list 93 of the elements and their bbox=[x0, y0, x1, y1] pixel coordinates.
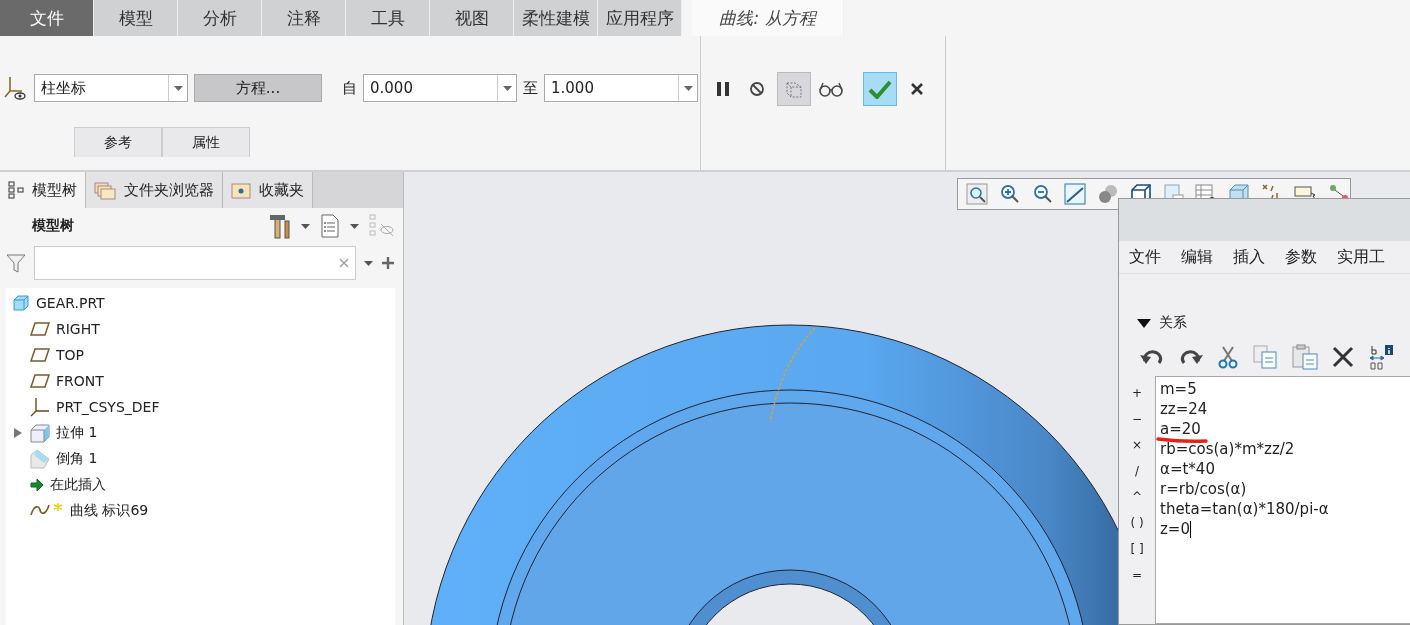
ribbon-tab[interactable]: 应用程序 bbox=[598, 0, 682, 36]
panel-tab[interactable]: 文件夹浏览器 bbox=[86, 172, 223, 208]
ribbon-tab[interactable]: 分析 bbox=[178, 0, 262, 36]
panel-tab[interactable]: 模型树 bbox=[0, 172, 86, 208]
prohibited-icon bbox=[749, 81, 765, 97]
caret-icon[interactable] bbox=[350, 223, 359, 229]
from-value-field[interactable]: 0.000 bbox=[363, 74, 517, 102]
checkmark-icon bbox=[868, 79, 892, 99]
caret-icon[interactable] bbox=[301, 223, 310, 229]
panel-title: 模型树 bbox=[32, 217, 74, 235]
tree-item[interactable]: 倒角 1 bbox=[56, 450, 98, 468]
panel-tab[interactable]: 收藏夹 bbox=[223, 172, 313, 208]
coordinate-eye-icon bbox=[4, 75, 28, 101]
ribbon-tab[interactable]: 注释 bbox=[262, 0, 346, 36]
panel-tab[interactable]: 参考 bbox=[74, 127, 162, 157]
coordinate-type-dropdown[interactable]: 柱坐标 bbox=[34, 74, 188, 102]
glasses-icon bbox=[818, 81, 844, 97]
ribbon-tab[interactable]: 工具 bbox=[346, 0, 430, 36]
folders-icon bbox=[94, 180, 116, 200]
ribbon-tab[interactable]: 文件 bbox=[0, 0, 94, 36]
delete-icon[interactable] bbox=[1332, 346, 1354, 368]
operator-button[interactable]: [ ] bbox=[1130, 536, 1144, 562]
code-line: rb=cos(a)*m*zz/2 bbox=[1160, 440, 1295, 458]
menu-item[interactable]: 编辑 bbox=[1181, 246, 1213, 268]
ribbon-tab[interactable]: 模型 bbox=[94, 0, 178, 36]
menu-item[interactable]: 实用工 bbox=[1337, 246, 1385, 268]
part-cube-icon bbox=[12, 294, 30, 312]
pause-icon bbox=[716, 81, 730, 97]
repaint-icon[interactable] bbox=[1064, 183, 1086, 205]
plane-icon bbox=[30, 322, 50, 336]
coordinate-system-icon bbox=[30, 397, 50, 417]
close-icon bbox=[910, 82, 924, 96]
operator-button[interactable]: − bbox=[1131, 406, 1143, 432]
tree-item[interactable]: RIGHT bbox=[56, 321, 100, 337]
text-cursor bbox=[1190, 520, 1191, 538]
code-line: α=t*40 bbox=[1160, 460, 1215, 478]
collapse-triangle-icon[interactable] bbox=[1137, 318, 1151, 328]
menu-item[interactable]: 插入 bbox=[1233, 246, 1265, 268]
zoom-fit-icon[interactable] bbox=[966, 183, 988, 205]
hammer-wrench-icon[interactable] bbox=[269, 213, 291, 239]
code-line: m=5 bbox=[1160, 380, 1197, 398]
plane-icon bbox=[30, 348, 50, 362]
operator-button[interactable]: + bbox=[1131, 380, 1143, 406]
list-settings-icon[interactable] bbox=[320, 214, 340, 238]
dimension-info-icon[interactable] bbox=[1367, 344, 1393, 370]
clear-icon[interactable] bbox=[339, 258, 349, 268]
filter-field[interactable] bbox=[34, 246, 356, 280]
menu-item[interactable]: 参数 bbox=[1285, 246, 1317, 268]
tree-item[interactable]: PRT_CSYS_DEF bbox=[56, 399, 160, 415]
operator-button[interactable]: ^ bbox=[1131, 484, 1143, 510]
tree-item[interactable]: FRONT bbox=[56, 373, 104, 389]
code-line: theta=tan(α)*180/pi-α bbox=[1160, 500, 1329, 518]
operator-button[interactable]: × bbox=[1131, 432, 1143, 458]
code-line: r=rb/cos(α) bbox=[1160, 480, 1247, 498]
code-line: zz=24 bbox=[1160, 400, 1208, 418]
plane-icon bbox=[30, 374, 50, 388]
panel-tab[interactable]: 属性 bbox=[162, 127, 250, 157]
section-title: 关系 bbox=[1159, 314, 1187, 332]
tree-item[interactable]: TOP bbox=[56, 347, 84, 363]
chamfer-block-icon bbox=[30, 449, 50, 469]
ribbon-tab[interactable]: 曲线: 从方程 bbox=[692, 0, 844, 36]
caret-icon[interactable] bbox=[364, 260, 373, 266]
operator-button[interactable]: ( ) bbox=[1130, 510, 1144, 536]
from-label: 自 bbox=[342, 78, 357, 98]
extrude-block-icon bbox=[30, 423, 50, 443]
tree-item[interactable]: GEAR.PRT bbox=[36, 295, 105, 311]
zoom-out-icon[interactable] bbox=[1031, 183, 1054, 205]
scissors-icon[interactable] bbox=[1217, 345, 1239, 369]
arrow-right-icon bbox=[30, 478, 44, 492]
zoom-in-icon[interactable] bbox=[998, 183, 1021, 205]
code-line: z=0 bbox=[1160, 520, 1190, 538]
ribbon-tab[interactable]: 视图 bbox=[430, 0, 514, 36]
tree-item[interactable]: 拉伸 1 bbox=[56, 424, 98, 442]
tree-item[interactable]: 在此插入 bbox=[50, 476, 106, 494]
caret-icon bbox=[173, 85, 183, 91]
to-label: 至 bbox=[523, 78, 538, 98]
caret-icon bbox=[683, 85, 693, 91]
caret-icon bbox=[502, 85, 512, 91]
operator-button[interactable]: = bbox=[1131, 562, 1143, 588]
code-line: a=20 bbox=[1160, 420, 1201, 438]
menu-item[interactable]: 文件 bbox=[1129, 246, 1161, 268]
to-value-field[interactable]: 1.000 bbox=[544, 74, 698, 102]
tree-structure-icon bbox=[8, 181, 24, 199]
tree-item[interactable]: 曲线 标识69 bbox=[70, 502, 149, 520]
ribbon-tab[interactable]: 柔性建模 bbox=[514, 0, 598, 36]
relations-editor[interactable]: m=5 zz=24 a=20 rb=cos(a)*m*zz/2 α=t*40 r=rb/cos(α) theta=tan(α)*180/pi-α z=0 bbox=[1155, 376, 1410, 624]
add-icon[interactable] bbox=[381, 256, 395, 270]
operator-button[interactable]: / bbox=[1134, 458, 1139, 484]
expand-arrow-icon[interactable] bbox=[14, 428, 22, 438]
filter-icon[interactable] bbox=[6, 253, 26, 273]
ok-button[interactable] bbox=[863, 72, 897, 106]
shaded-sphere-icon[interactable] bbox=[1097, 183, 1119, 205]
equation-button[interactable]: 方程... bbox=[194, 74, 322, 102]
